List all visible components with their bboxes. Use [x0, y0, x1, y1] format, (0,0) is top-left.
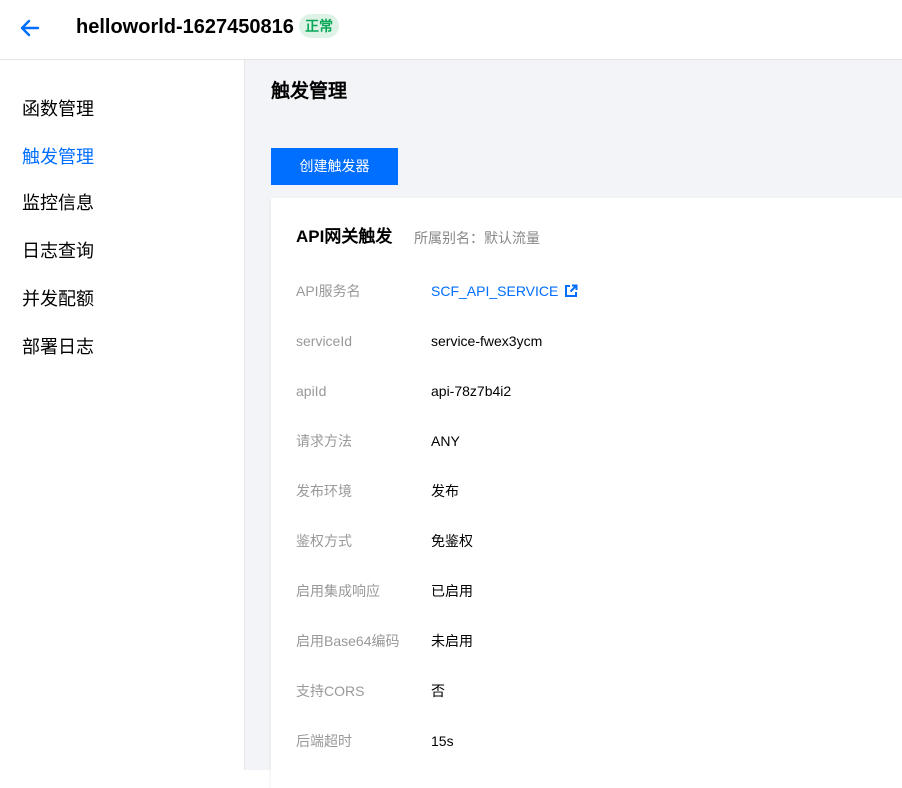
- arrow-left-icon: [20, 19, 40, 37]
- row-label-backend-timeout: 后端超时: [296, 733, 352, 749]
- row-value-request-method: ANY: [431, 433, 460, 449]
- alias-label: 所属别名：: [414, 230, 484, 246]
- sidebar-item-function-management[interactable]: 函数管理: [22, 97, 94, 121]
- sidebar-item-trigger-management[interactable]: 触发管理: [22, 145, 94, 169]
- row-value-integration-response: 已启用: [431, 583, 473, 599]
- row-value-api-service: SCF_API_SERVICE: [431, 281, 578, 301]
- trigger-card: API网关触发 所属别名：默认流量 API服务名 SCF_API_SERVICE…: [271, 198, 902, 788]
- trigger-type-title: API网关触发: [296, 227, 393, 246]
- create-trigger-button[interactable]: 创建触发器: [271, 148, 398, 185]
- row-value-service-id: service-fwex3ycm: [431, 333, 543, 349]
- row-value-base64: 未启用: [431, 633, 473, 649]
- top-bar: helloworld-1627450816 正常: [0, 0, 902, 60]
- row-value-auth-method: 免鉴权: [431, 533, 473, 549]
- sidebar: 函数管理 触发管理 监控信息 日志查询 并发配额 部署日志: [0, 60, 245, 770]
- api-service-link-text: SCF_API_SERVICE: [431, 283, 559, 299]
- row-value-cors: 否: [431, 683, 445, 699]
- external-link-icon: [565, 284, 578, 297]
- alias-info: 所属别名：默认流量: [414, 228, 540, 248]
- row-value-api-id: api-78z7b4i2: [431, 383, 512, 399]
- function-name: helloworld-1627450816: [76, 16, 294, 38]
- page-title: 触发管理: [271, 81, 348, 102]
- row-label-api-service: API服务名: [296, 283, 361, 299]
- row-label-base64: 启用Base64编码: [296, 633, 400, 649]
- sidebar-item-concurrency-quota[interactable]: 并发配额: [22, 287, 94, 311]
- row-value-environment: 发布: [431, 483, 459, 499]
- sidebar-item-deploy-logs[interactable]: 部署日志: [22, 335, 94, 359]
- row-label-cors: 支持CORS: [296, 683, 365, 699]
- row-label-service-id: serviceId: [296, 333, 353, 349]
- row-label-auth-method: 鉴权方式: [296, 533, 352, 549]
- row-label-request-method: 请求方法: [296, 433, 352, 449]
- alias-value: 默认流量: [484, 230, 540, 246]
- api-service-link[interactable]: SCF_API_SERVICE: [431, 281, 578, 301]
- status-badge: 正常: [299, 14, 339, 38]
- sidebar-item-monitoring[interactable]: 监控信息: [22, 191, 94, 215]
- sidebar-item-log-query[interactable]: 日志查询: [22, 239, 94, 263]
- main-content: 触发管理 创建触发器 API网关触发 所属别名：默认流量 API服务名 SCF_…: [245, 60, 902, 788]
- back-button[interactable]: [16, 16, 44, 40]
- row-label-api-id: apiId: [296, 383, 327, 399]
- row-value-backend-timeout: 15s: [431, 733, 454, 749]
- row-label-environment: 发布环境: [296, 483, 352, 499]
- row-label-integration-response: 启用集成响应: [296, 583, 380, 599]
